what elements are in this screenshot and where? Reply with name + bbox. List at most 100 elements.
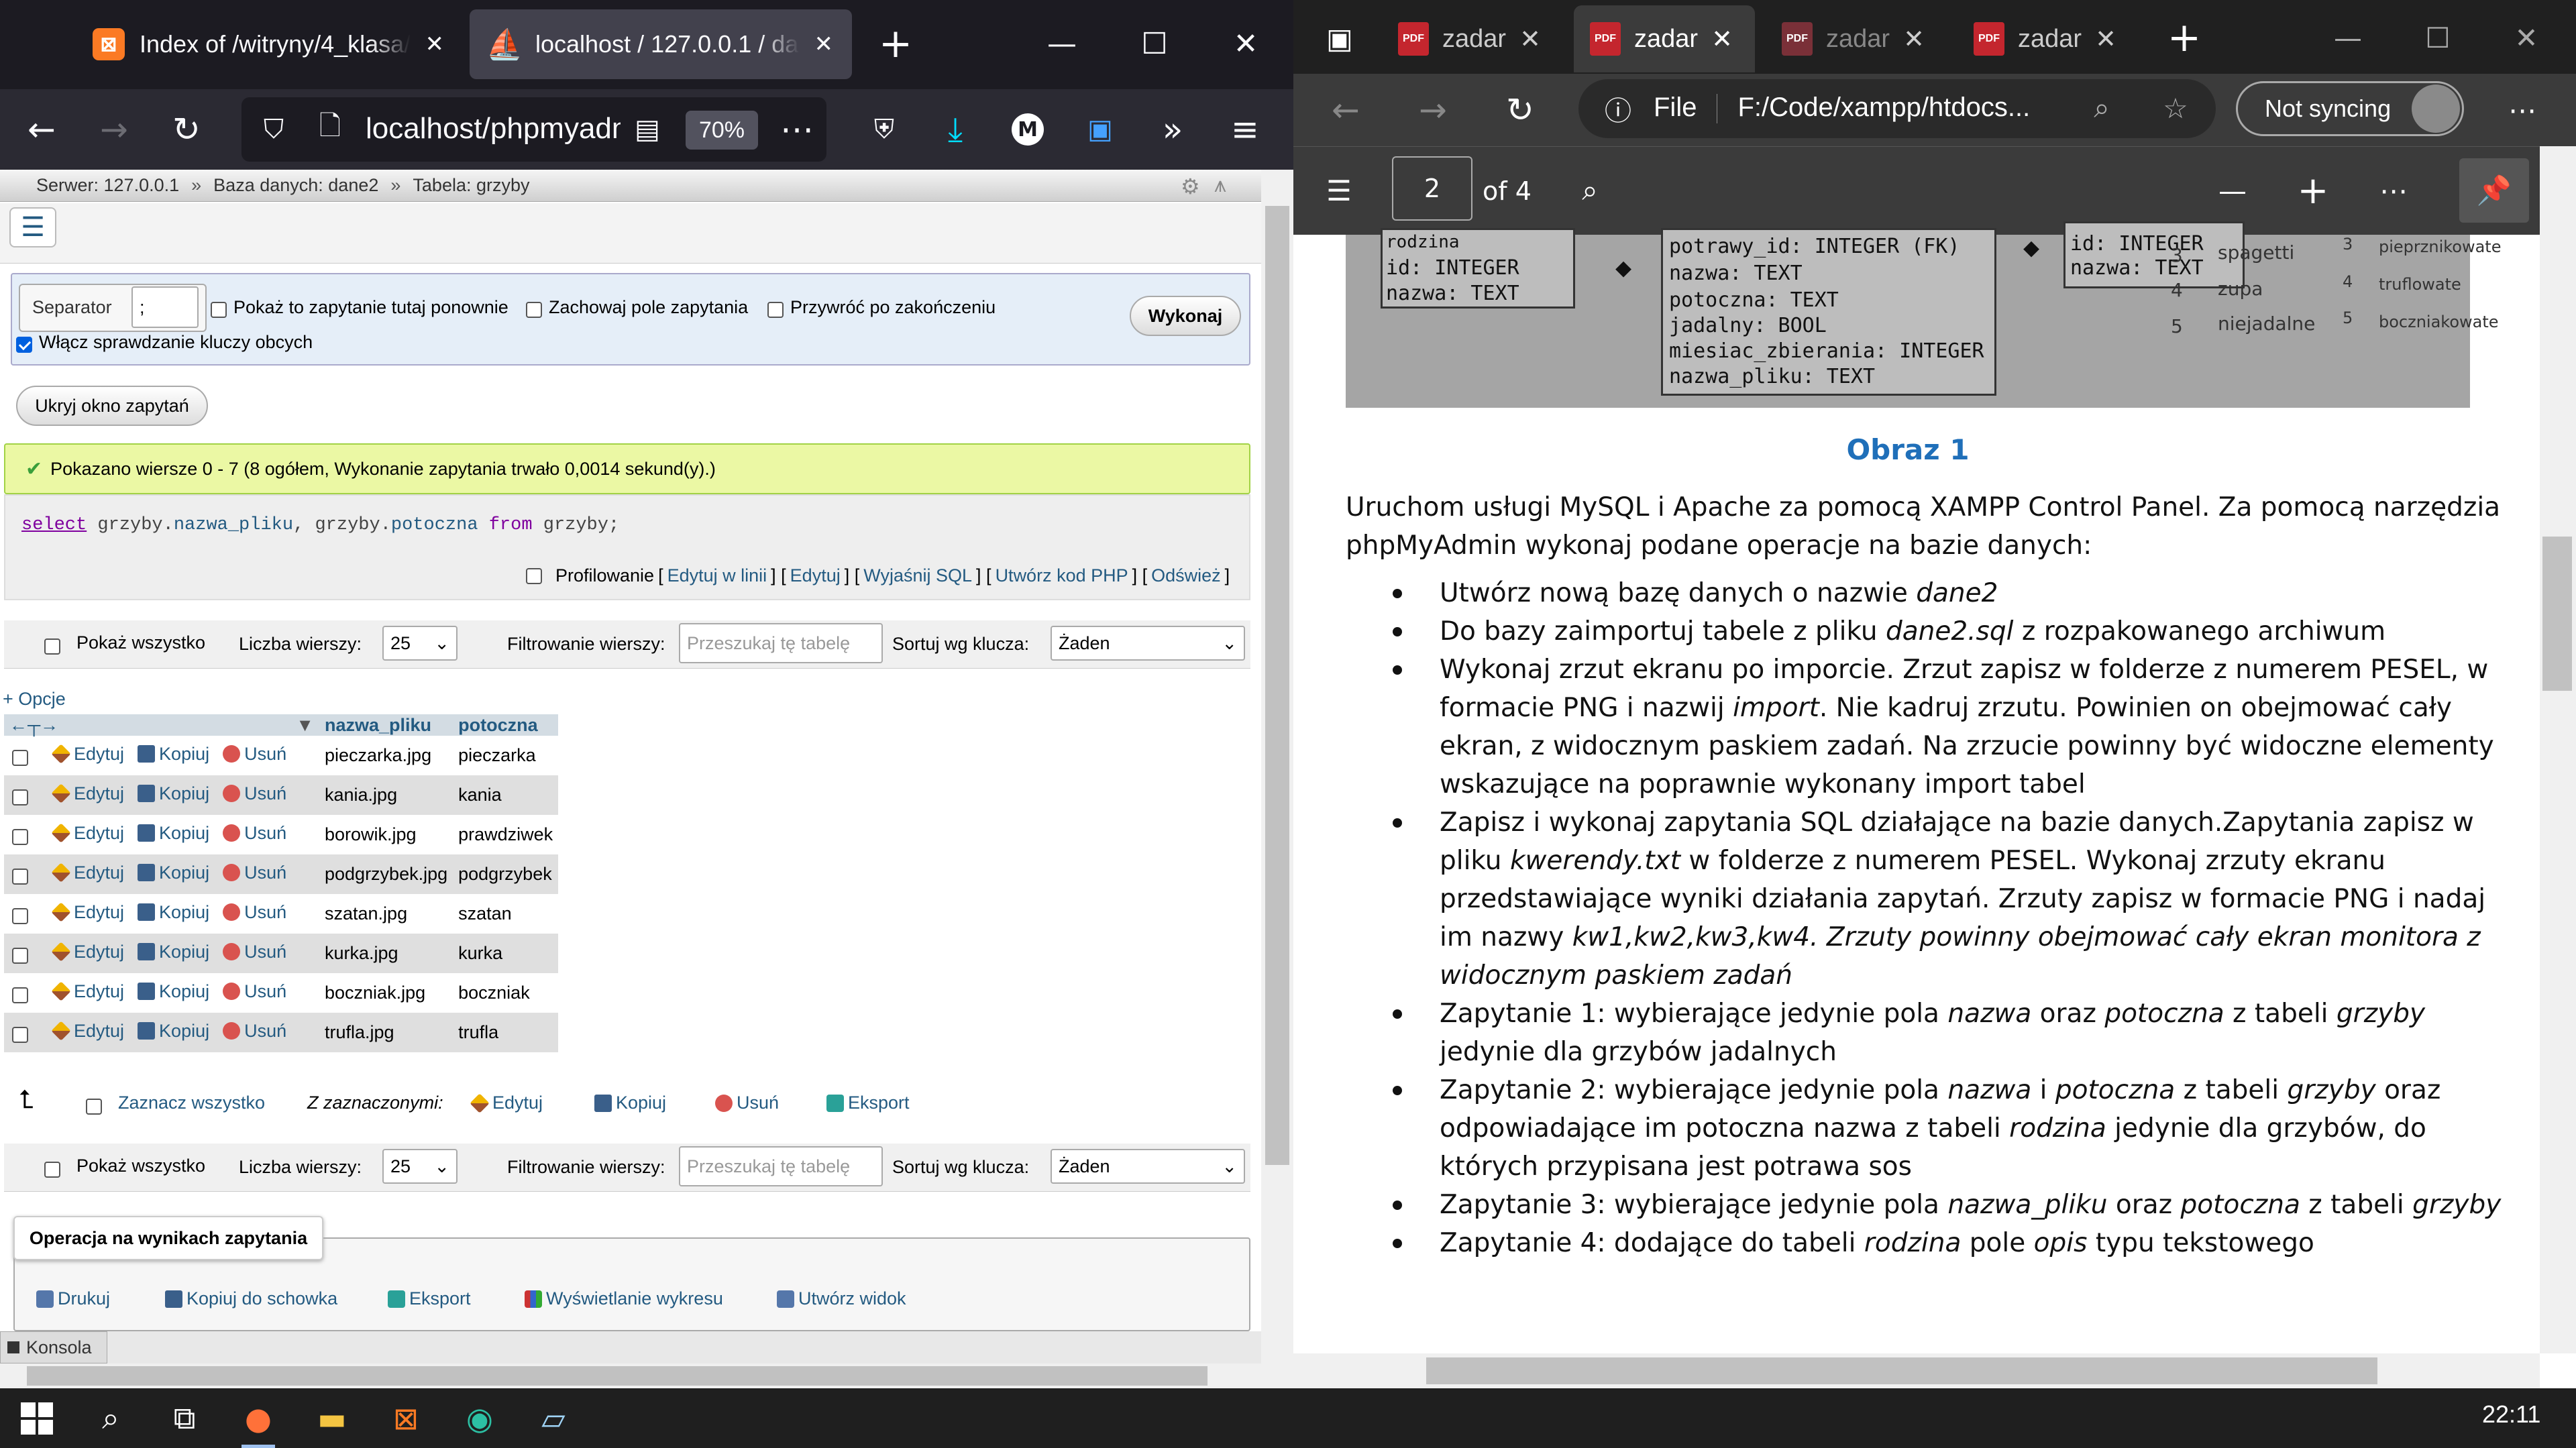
- show-all-checkbox[interactable]: [44, 635, 60, 656]
- page-number-input[interactable]: 2: [1392, 156, 1472, 221]
- bulk-copy-button[interactable]: Kopiuj: [594, 1093, 666, 1113]
- copy-to-clipboard-button[interactable]: Kopiuj do schowka: [165, 1288, 337, 1309]
- close-button[interactable]: ✕: [1222, 20, 1269, 67]
- edge-tab[interactable]: PDF zadar ✕: [1382, 5, 1563, 72]
- edit-button[interactable]: Edytuj: [51, 1021, 124, 1042]
- sort-select[interactable]: Żaden ⌄: [1051, 1149, 1245, 1184]
- info-icon[interactable]: ⓘ: [1597, 87, 1640, 130]
- breadcrumb-server[interactable]: Serwer: 127.0.0.1: [36, 175, 179, 196]
- delete-button[interactable]: Usuń: [223, 1021, 286, 1042]
- delete-button[interactable]: Usuń: [223, 783, 286, 804]
- row-checkbox[interactable]: [12, 789, 28, 806]
- table-cell[interactable]: pieczarka.jpg: [319, 736, 453, 775]
- table-cell[interactable]: kania.jpg: [319, 775, 453, 815]
- search-icon[interactable]: ⌕: [74, 1388, 148, 1448]
- tab-close-icon[interactable]: ✕: [814, 31, 834, 58]
- row-checkbox[interactable]: [12, 750, 28, 767]
- copy-button[interactable]: Kopiuj: [138, 744, 209, 765]
- options-link[interactable]: + Opcje: [3, 689, 66, 710]
- more-tools-icon[interactable]: ⋯: [2367, 164, 2420, 217]
- tab-actions-icon[interactable]: ▣: [1316, 15, 1363, 62]
- row-checkbox[interactable]: [12, 987, 28, 1004]
- profile-avatar[interactable]: [2412, 85, 2460, 133]
- vertical-scroll-thumb[interactable]: [1265, 206, 1289, 1165]
- sql-keyword[interactable]: select: [21, 515, 87, 535]
- contents-icon[interactable]: ☰: [1312, 164, 1366, 217]
- bulk-delete-button[interactable]: Usuń: [715, 1093, 779, 1113]
- profiling-checkbox[interactable]: [526, 567, 542, 584]
- minimize-button[interactable]: —: [2322, 12, 2373, 63]
- table-cell[interactable]: borowik.jpg: [319, 815, 453, 854]
- row-checkbox[interactable]: [12, 948, 28, 964]
- breadcrumb-table[interactable]: Tabela: grzyby: [413, 175, 529, 196]
- keep-box-checkbox[interactable]: [526, 298, 542, 319]
- breadcrumb-db[interactable]: Baza danych: dane2: [213, 175, 378, 196]
- reader-view-icon[interactable]: ▤: [621, 103, 674, 156]
- table-cell[interactable]: trufla: [453, 1013, 559, 1052]
- task-view-icon[interactable]: ⧉: [148, 1388, 221, 1448]
- delete-button[interactable]: Usuń: [223, 981, 286, 1002]
- table-cell[interactable]: szatan.jpg: [319, 894, 453, 934]
- tab-close-icon[interactable]: ✕: [1711, 24, 1733, 54]
- shield-icon[interactable]: ⛉: [247, 103, 301, 156]
- table-cell[interactable]: kania: [453, 775, 559, 815]
- row-count-select[interactable]: 25 ⌄: [382, 626, 458, 661]
- copy-button[interactable]: Kopiuj: [138, 862, 209, 883]
- edit-button[interactable]: Edytuj: [51, 783, 124, 804]
- zoom-icon[interactable]: ⌕: [2080, 86, 2124, 130]
- execute-button[interactable]: Wykonaj: [1130, 296, 1241, 336]
- edit-button[interactable]: Edytuj: [51, 744, 124, 765]
- back-icon[interactable]: ←: [1319, 83, 1373, 137]
- table-cell[interactable]: boczniak.jpg: [319, 973, 453, 1013]
- zoom-level[interactable]: 70%: [686, 111, 758, 150]
- table-cell[interactable]: boczniak: [453, 973, 559, 1013]
- edge-tab[interactable]: PDF zadar ✕: [1766, 5, 1947, 72]
- edit-link[interactable]: Edytuj: [790, 565, 841, 586]
- copy-button[interactable]: Kopiuj: [138, 902, 209, 923]
- extension-icon[interactable]: ▣: [1073, 103, 1127, 156]
- pdf-vertical-scrollbar[interactable]: [2540, 146, 2576, 1353]
- table-cell[interactable]: podgrzybek.jpg: [319, 854, 453, 894]
- account-icon[interactable]: M: [1001, 103, 1055, 156]
- display-chart-button[interactable]: Wyświetlanie wykresu: [525, 1288, 723, 1309]
- edge-tab-active[interactable]: PDF zadar ✕: [1574, 5, 1755, 72]
- delete-button[interactable]: Usuń: [223, 823, 286, 844]
- firefox-taskbar-icon[interactable]: ●: [221, 1388, 295, 1448]
- column-header[interactable]: potoczna: [453, 714, 559, 736]
- delete-button[interactable]: Usuń: [223, 744, 286, 765]
- table-cell[interactable]: kurka: [453, 934, 559, 973]
- maximize-button[interactable]: ☐: [1131, 20, 1178, 67]
- table-cell[interactable]: pieczarka: [453, 736, 559, 775]
- new-tab-button[interactable]: +: [872, 20, 919, 67]
- settings-more-icon[interactable]: ⋯: [2496, 83, 2549, 137]
- filter-input[interactable]: Przeszukaj tę tabelę: [679, 623, 883, 663]
- back-icon[interactable]: ←: [15, 103, 68, 156]
- search-icon[interactable]: ⌕: [1563, 164, 1617, 217]
- sort-triangle-icon[interactable]: ▼: [296, 715, 314, 736]
- tab-close-icon[interactable]: ✕: [1519, 24, 1541, 54]
- new-tab-button[interactable]: +: [2159, 12, 2210, 63]
- edit-button[interactable]: Edytuj: [51, 942, 124, 962]
- tab-close-icon[interactable]: ✕: [425, 31, 445, 58]
- edit-button[interactable]: Edytuj: [51, 862, 124, 883]
- explain-sql-link[interactable]: Wyjaśnij SQL: [863, 565, 972, 586]
- xampp-taskbar-icon[interactable]: ⊠: [369, 1388, 443, 1448]
- filter-input[interactable]: Przeszukaj tę tabelę: [679, 1146, 883, 1186]
- file-explorer-icon[interactable]: ▬: [295, 1388, 369, 1448]
- fk-checks-checkbox[interactable]: [16, 333, 32, 354]
- start-button[interactable]: [0, 1388, 74, 1448]
- print-button[interactable]: Drukuj: [36, 1288, 110, 1309]
- inline-edit-link[interactable]: Edytuj w linii: [667, 565, 767, 586]
- separator-input[interactable]: ;: [131, 286, 199, 328]
- sort-select[interactable]: Żaden ⌄: [1051, 626, 1245, 661]
- table-cell[interactable]: kurka.jpg: [319, 934, 453, 973]
- edit-button[interactable]: Edytuj: [51, 823, 124, 844]
- notepad-taskbar-icon[interactable]: ▱: [517, 1388, 590, 1448]
- select-all-link[interactable]: Zaznacz wszystko: [118, 1093, 265, 1113]
- rollback-checkbox[interactable]: [767, 298, 784, 319]
- maximize-button[interactable]: ☐: [2412, 12, 2463, 63]
- edge-taskbar-icon[interactable]: ◉: [443, 1388, 517, 1448]
- row-checkbox[interactable]: [12, 1027, 28, 1044]
- select-all-checkbox[interactable]: [86, 1095, 102, 1116]
- delete-button[interactable]: Usuń: [223, 942, 286, 962]
